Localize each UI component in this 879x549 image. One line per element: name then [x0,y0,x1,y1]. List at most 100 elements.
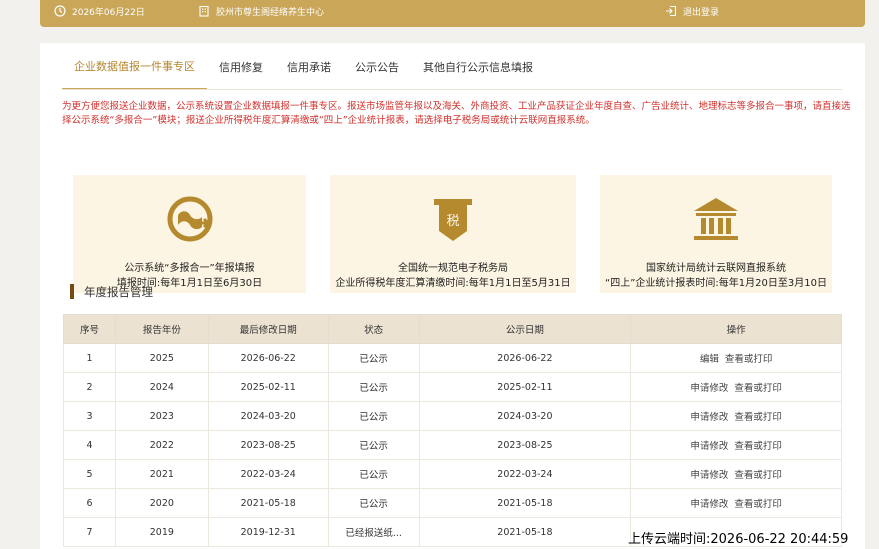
tab-enterprise-data[interactable]: 企业数据值报一件事专区 [62,43,207,90]
tab-announcements[interactable]: 公示公告 [343,43,411,90]
tab-other-disclosure[interactable]: 其他自行公示信息填报 [411,43,545,90]
cell-published: 2025-02-11 [418,372,632,402]
cell-actions: 申请修改 查看或打印 [630,430,842,460]
cell-actions: 编辑 查看或打印 [630,343,842,373]
clock-icon [54,5,66,17]
cell-modified: 2023-08-25 [207,430,329,460]
header-modified: 最后修改日期 [207,314,329,344]
cell-no: 5 [63,459,116,489]
header-status: 状态 [327,314,420,344]
edit-link[interactable]: 编辑 [700,354,719,365]
cell-modified: 2024-03-20 [207,401,329,431]
section-title-text: 年度报告管理 [84,284,153,299]
cell-year: 2021 [114,459,209,489]
view-print-link[interactable]: 查看或打印 [734,470,782,481]
table-header-row: 序号 报告年份 最后修改日期 状态 公示日期 操作 [63,314,842,344]
section-bar [70,284,74,299]
notice-text: 为更方便您报送企业数据，公示系统设置企业数据填报一件事专区。报送市场监管年报以及… [62,101,851,126]
cell-published: 2022-03-24 [418,459,632,489]
table-row: 5 2021 2022-03-24 已公示 2022-03-24 申请修改 查看或… [63,459,842,489]
cell-year: 2022 [114,430,209,460]
card-title: 公示系统“多报合一”年报填报 [124,263,255,274]
view-print-link[interactable]: 查看或打印 [725,354,773,365]
tab-credit-commitment[interactable]: 信用承诺 [275,43,343,90]
cell-year: 2023 [114,401,209,431]
bank-building-icon [694,198,738,240]
cell-actions: 申请修改 查看或打印 [630,488,842,518]
cell-no: 6 [63,488,116,518]
table-row: 4 2022 2023-08-25 已公示 2023-08-25 申请修改 查看或… [63,430,842,460]
logout-label[interactable]: 退出登录 [683,5,719,18]
cell-status: 已公示 [327,459,420,489]
card-annual-report[interactable]: 公示系统“多报合一”年报填报 填报时间:每年1月1日至6月30日 [73,175,306,293]
view-print-link[interactable]: 查看或打印 [734,441,782,452]
header-actions: 操作 [630,314,842,344]
cell-actions: 申请修改 查看或打印 [630,401,842,431]
cell-year: 2020 [114,488,209,518]
card-tax-bureau[interactable]: 税 全国统一规范电子税务局 企业所得税年度汇算清缴时间:每年1月1日至5月31日 [330,175,576,293]
card-period: 企业所得税年度汇算清缴时间:每年1月1日至5月31日 [335,278,571,289]
cell-status: 已公示 [327,430,420,460]
card-statistics[interactable]: 国家统计局统计云联网直报系统 “四上”企业统计报表时间:每年1月20日至3月10… [600,175,832,293]
cell-no: 1 [63,343,116,373]
cell-status: 已公示 [327,372,420,402]
annual-report-table: 序号 报告年份 最后修改日期 状态 公示日期 操作 1 2025 2026-06… [63,314,842,547]
cell-year: 2024 [114,372,209,402]
request-modify-link[interactable]: 申请修改 [690,499,728,510]
date-text: 2026年06月22日 [72,7,145,18]
main-panel: 企业数据值报一件事专区 信用修复 信用承诺 公示公告 其他自行公示信息填报 为更… [40,43,865,549]
tab-divider [62,89,842,90]
cell-actions: 申请修改 查看或打印 [630,372,842,402]
view-print-link[interactable]: 查看或打印 [734,412,782,423]
cell-no: 4 [63,430,116,460]
request-modify-link[interactable]: 申请修改 [690,470,728,481]
tab-credit-repair[interactable]: 信用修复 [207,43,275,90]
cell-status: 已公示 [327,343,420,373]
cell-no: 7 [63,517,116,547]
table-row: 2 2024 2025-02-11 已公示 2025-02-11 申请修改 查看或… [63,372,842,402]
cell-no: 3 [63,401,116,431]
cell-published: 2021-05-18 [418,517,632,547]
upload-time-watermark: 上传云端时间:2026-06-22 20:44:59 [628,532,849,547]
tax-icon: 税 [434,199,472,241]
logout-icon [666,5,677,17]
card-title: 国家统计局统计云联网直报系统 [646,263,786,274]
section-title: 年度报告管理 [70,284,153,299]
table-row: 6 2020 2021-05-18 已公示 2021-05-18 申请修改 查看或… [63,488,842,518]
svg-text:税: 税 [446,214,459,229]
request-modify-link[interactable]: 申请修改 [690,383,728,394]
cell-no: 2 [63,372,116,402]
cell-year: 2025 [114,343,209,373]
cell-modified: 2019-12-31 [207,517,329,547]
cell-published: 2026-06-22 [418,343,632,373]
company-display: 胶州市尊生阁经络养生中心 [198,0,324,22]
logout-button[interactable]: 退出登录 [665,0,719,22]
cell-modified: 2025-02-11 [207,372,329,402]
cell-year: 2019 [114,517,209,547]
tab-bar: 企业数据值报一件事专区 信用修复 信用承诺 公示公告 其他自行公示信息填报 [62,43,545,90]
header-no: 序号 [63,314,116,344]
request-modify-link[interactable]: 申请修改 [690,441,728,452]
cell-modified: 2021-05-18 [207,488,329,518]
card-title: 全国统一规范电子税务局 [398,263,508,274]
cell-published: 2023-08-25 [418,430,632,460]
cell-modified: 2022-03-24 [207,459,329,489]
view-print-link[interactable]: 查看或打印 [734,499,782,510]
view-print-link[interactable]: 查看或打印 [734,383,782,394]
top-bar: 2026年06月22日 胶州市尊生阁经络养生中心 退出登录 [40,0,865,27]
table-row: 1 2025 2026-06-22 已公示 2026-06-22 编辑 查看或打印 [63,343,842,373]
header-year: 报告年份 [114,314,209,344]
card-period: “四上”企业统计报表时间:每年1月20日至3月10日 [605,278,827,289]
cell-published: 2024-03-20 [418,401,632,431]
cell-actions: 申请修改 查看或打印 [630,459,842,489]
company-name: 胶州市尊生阁经络养生中心 [216,7,325,18]
cell-status: 已公示 [327,401,420,431]
table-row: 3 2023 2024-03-20 已公示 2024-03-20 申请修改 查看或… [63,401,842,431]
date-display: 2026年06月22日 [54,0,145,22]
cell-modified: 2026-06-22 [207,343,329,373]
cell-published: 2021-05-18 [418,488,632,518]
cell-status: 已公示 [327,488,420,518]
header-published: 公示日期 [418,314,632,344]
report-combine-icon [167,196,212,242]
request-modify-link[interactable]: 申请修改 [690,412,728,423]
